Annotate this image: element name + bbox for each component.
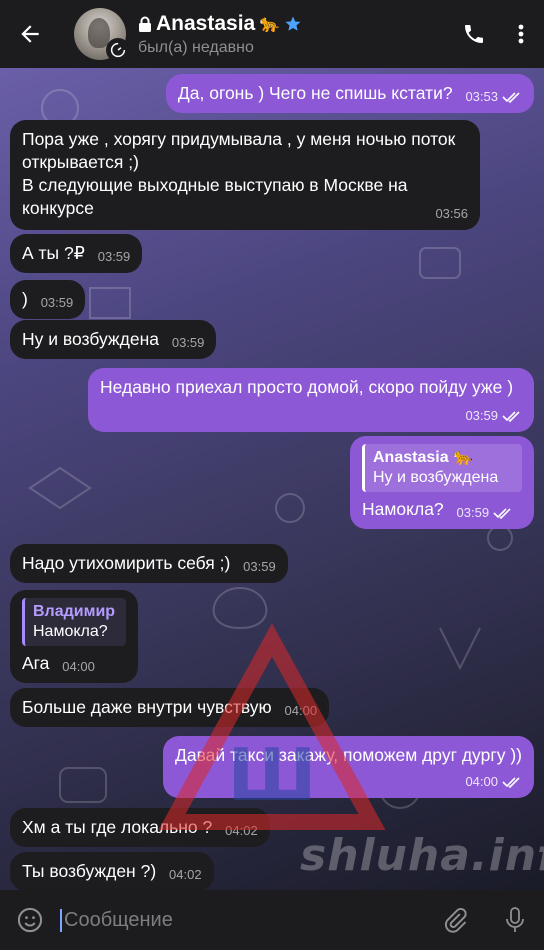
message-text: Ага [22,653,50,673]
phone-icon[interactable] [462,22,486,46]
message-bubble[interactable]: Да, огонь ) Чего не спишь кстати? 03:53 [165,74,534,113]
message-text: Хм а ты где локально ? [22,817,213,837]
message-time: 03:59 [456,505,490,520]
message-text: А ты ?₽ [22,243,85,263]
message-time: 04:02 [169,867,202,882]
chat-area[interactable]: Да, огонь ) Чего не спишь кстати? 03:53 … [0,68,544,890]
contact-avatar[interactable] [74,8,130,62]
message-bubble[interactable]: Давай такси закажу, поможем друг дургу )… [162,736,534,798]
message-time: 03:59 [171,335,205,350]
message-time: 03:53 [465,89,498,104]
double-check-icon [493,507,511,519]
message-text: Ты возбужден ?) [22,861,157,881]
contact-status: был(а) недавно [138,38,254,56]
message-time: 04:00 [465,774,498,789]
message-text: Ну и возбуждена [22,329,159,349]
lock-icon [139,16,151,32]
message-bubble[interactable]: Ты возбужден ?) 04:02 [10,852,214,890]
message-bubble[interactable]: Хм а ты где локально ? 04:02 [10,808,270,847]
message-bubble[interactable]: Недавно приехал просто домой, скоро пойд… [88,368,534,432]
reply-text: Намокла? [33,623,108,640]
contact-name: Anastasia [156,11,256,35]
message-text: Намокла? [362,499,444,519]
microphone-icon[interactable] [504,906,526,934]
double-check-icon [502,91,520,103]
message-bubble[interactable]: А ты ?₽ 03:59 [10,234,143,273]
message-bubble[interactable]: Ну и возбуждена 03:59 [10,320,217,359]
reply-author: Владимир [33,603,116,620]
more-vert-icon[interactable] [516,22,526,46]
message-time: 03:59 [465,408,498,423]
reply-author: Anastasia 🐆 [373,449,473,466]
message-text: Надо утихомирить себя ;) [22,553,231,573]
message-input[interactable] [60,908,432,932]
emoji-button[interactable] [0,906,60,934]
reply-quote[interactable]: Владимир Намокла? [22,598,126,646]
back-arrow-icon [21,25,39,43]
auto-delete-timer-icon [106,38,130,62]
paperclip-icon[interactable] [442,907,468,933]
star-icon [285,16,301,31]
message-time: 03:59 [243,559,276,574]
message-time: 04:02 [225,823,258,838]
message-bubble[interactable]: Anastasia 🐆 Ну и возбуждена Намокла? 03:… [350,436,534,529]
message-text: Да, огонь ) Чего не спишь кстати? [177,83,453,103]
reply-text: Ну и возбуждена [373,469,499,486]
message-bubble[interactable]: Надо утихомирить себя ;) 03:59 [10,544,288,583]
emoji-icon [17,907,43,933]
reply-quote[interactable]: Anastasia 🐆 Ну и возбуждена [362,444,522,492]
message-time: 03:59 [97,249,131,264]
message-text: Больше даже внутри чувствую [22,697,272,717]
back-button[interactable] [0,0,60,68]
message-input-bar [0,890,544,950]
message-time: 03:59 [40,295,74,310]
contact-title[interactable]: Anastasia 🐆 был(а) недавно [138,12,462,57]
message-text: Давай такси закажу, поможем друг дургу )… [174,745,522,765]
message-text: Недавно приехал просто домой, скоро пойд… [100,377,514,397]
message-text: Пора уже , хорягу придумывала , у меня н… [22,129,456,218]
message-bubble[interactable]: Больше даже внутри чувствую 04:00 [10,688,330,727]
double-check-icon [502,410,520,422]
message-time: 03:56 [435,206,468,221]
message-text: ) [22,289,28,309]
chat-header: Anastasia 🐆 был(а) недавно [0,0,544,68]
message-bubble[interactable]: Владимир Намокла? Ага 04:00 [10,590,138,683]
message-time: 04:00 [284,703,318,718]
message-time: 04:00 [62,659,95,674]
message-bubble[interactable]: Пора уже , хорягу придумывала , у меня н… [10,120,480,230]
double-check-icon [502,776,520,788]
leopard-emoji-icon: 🐆 [259,13,281,33]
message-bubble[interactable]: ) 03:59 [10,280,86,319]
